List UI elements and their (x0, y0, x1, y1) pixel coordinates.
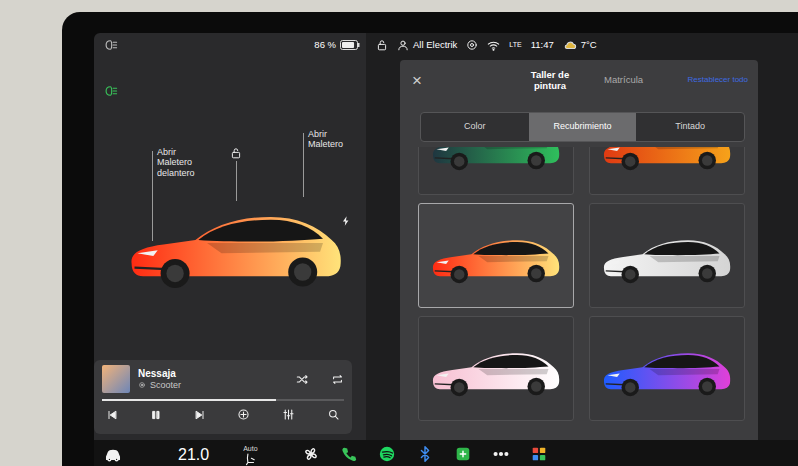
fan-icon[interactable] (302, 445, 320, 463)
driver-profile[interactable]: All Electrik (397, 38, 457, 52)
wrap-car-icon (597, 221, 737, 291)
cabin-temperature[interactable]: 21.0 (178, 447, 209, 463)
artist-row: Scooter (138, 380, 288, 391)
car-panel: Abrir Maletero delantero Abrir Maletero N… (94, 57, 366, 440)
wrap-grid (418, 147, 745, 421)
sentry-icon[interactable] (466, 39, 478, 51)
paint-tab[interactable]: Recubrimiento (529, 113, 637, 141)
track-info: NessajaScooter (102, 365, 344, 393)
screen-layout: 86 % All Electrik LTE 11:47 7°C Abrir Malet… (94, 33, 798, 466)
progress-track[interactable] (102, 399, 344, 401)
trunk-pointer-line (303, 133, 304, 197)
clock: 11:47 (531, 38, 554, 52)
wrap-car-icon (597, 334, 737, 404)
battery-icon (340, 40, 360, 50)
status-bar: All Electrik LTE 11:47 7°C (366, 33, 798, 57)
wrap-car-icon (426, 221, 566, 291)
equalizer-icon[interactable] (282, 408, 295, 421)
wrap-car-icon (426, 334, 566, 404)
seat-mode: Auto (243, 445, 257, 452)
close-button[interactable]: × (412, 72, 432, 89)
next-icon[interactable] (194, 409, 206, 421)
headlight-icon[interactable] (104, 38, 118, 52)
profile-name: All Electrik (413, 38, 457, 52)
open-trunk-button[interactable]: Abrir Maletero (308, 129, 356, 150)
wrap-car-icon (597, 147, 737, 178)
charge-port-icon[interactable] (340, 215, 352, 227)
tesla-screen: 86 % All Electrik LTE 11:47 7°C Abrir Malet… (62, 12, 798, 466)
weather: 7°C (563, 38, 597, 52)
lock-pointer-line (236, 161, 237, 201)
reset-all-button[interactable]: Restablecer todo (682, 74, 748, 86)
media-player: NessajaScooter (94, 360, 352, 434)
seat-heater[interactable]: Auto (243, 445, 257, 466)
battery-indicator: 86 % (314, 38, 360, 52)
progress-fill (102, 399, 276, 401)
wrap-option[interactable] (589, 147, 745, 195)
paint-tab[interactable]: Tintado (636, 113, 744, 141)
user-icon (397, 39, 409, 51)
previous-icon[interactable] (106, 409, 118, 421)
dialog-header: × Taller de pintura Matrícula Restablecer t… (400, 60, 758, 100)
wifi-icon (487, 39, 500, 52)
section-tab[interactable]: Taller de pintura (518, 69, 582, 92)
wrap-option[interactable] (589, 203, 745, 308)
more-icon[interactable] (492, 445, 510, 463)
car-icon[interactable] (104, 445, 122, 463)
wrap-option[interactable] (589, 316, 745, 421)
spotify-icon[interactable] (378, 445, 396, 463)
wrap-gallery (400, 147, 758, 440)
car-scene: Abrir Maletero delantero Abrir Maletero (94, 57, 366, 360)
apps-icon[interactable] (530, 445, 548, 463)
track-title: Nessaja (138, 368, 288, 380)
left-status-bar: 86 % (94, 33, 366, 57)
lock-icon[interactable] (376, 39, 388, 51)
outside-temperature: 7°C (581, 38, 597, 52)
shuffle-icon[interactable] (296, 373, 309, 386)
album-art (102, 365, 130, 393)
cloud-icon (563, 38, 577, 52)
pause-icon[interactable] (150, 409, 162, 421)
paint-tab[interactable]: Color (421, 113, 529, 141)
wrap-option[interactable] (418, 316, 574, 421)
door-lock-icon[interactable] (230, 147, 242, 159)
wrap-car-icon (426, 147, 566, 178)
repeat-icon[interactable] (331, 373, 344, 386)
source-icon (138, 381, 146, 389)
section-tab[interactable]: Matrícula (604, 74, 643, 85)
add-favorite-icon[interactable] (237, 408, 250, 421)
paint-shop-dialog: × Taller de pintura Matrícula Restablecer t… (400, 60, 758, 440)
wrap-option[interactable] (418, 147, 574, 195)
player-controls (102, 408, 344, 421)
frunk-pointer-line (152, 151, 153, 241)
track-text: NessajaScooter (138, 368, 288, 391)
seat-icon (243, 452, 257, 466)
track-artist: Scooter (150, 380, 181, 391)
open-frunk-button[interactable]: Abrir Maletero delantero (157, 147, 205, 178)
search-icon[interactable] (327, 408, 340, 421)
section-switch: Taller de pintura Matrícula (518, 69, 643, 92)
app-icon[interactable] (454, 445, 472, 463)
car-model[interactable] (120, 185, 352, 301)
paint-tabs: ColorRecubrimientoTintado (420, 112, 745, 142)
bottom-bar: 21.0 Auto (94, 440, 798, 466)
bluetooth-icon[interactable] (416, 445, 434, 463)
wrap-option[interactable] (418, 203, 574, 308)
battery-percent: 86 % (314, 38, 336, 52)
auto-headlight-icon[interactable] (104, 84, 118, 98)
phone-icon[interactable] (340, 445, 358, 463)
signal-label: LTE (509, 40, 521, 51)
map-area: × Taller de pintura Matrícula Restablecer t… (366, 57, 798, 440)
